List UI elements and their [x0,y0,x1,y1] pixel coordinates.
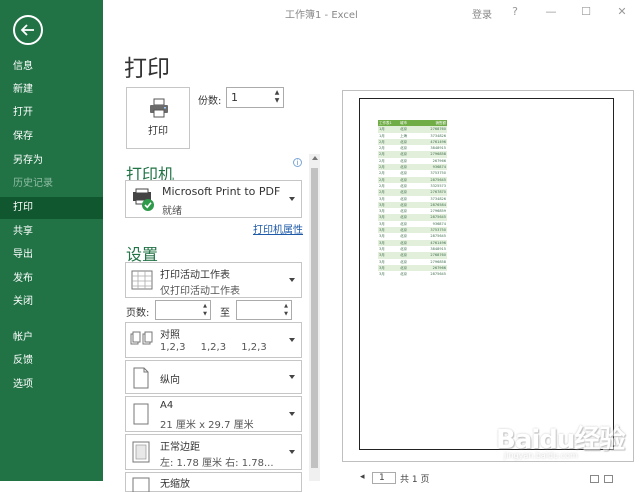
sidebar-item-open[interactable]: 打开 [0,102,103,124]
paper-size-dropdown[interactable]: A4 21 厘米 x 29.7 厘米 [125,396,302,432]
collate-dropdown[interactable]: 对照 1,2,3 1,2,3 1,2,3 [125,322,302,358]
scrollbar-thumb[interactable] [311,168,318,468]
print-scope-value: 打印活动工作表 [160,270,230,281]
watermark-url: jingyan.baidu.com [504,451,578,460]
title-bar: 工作簿1 - Excel 登录 ? — ☐ ✕ [103,0,640,26]
close-button[interactable]: ✕ [614,4,630,20]
sidebar-item-options[interactable]: 选项 [0,374,103,396]
printer-status: 就绪 [162,206,182,217]
scaling-dropdown[interactable]: 无缩放 [125,472,302,492]
sidebar-item-feedback[interactable]: 反馈 [0,350,103,372]
settings-scrollbar[interactable] [309,154,320,481]
orientation-value: 纵向 [160,375,180,386]
window-title: 工作簿1 - Excel [285,10,358,21]
help-button[interactable]: ? [507,4,523,20]
chevron-down-icon [289,338,295,342]
sidebar-item-share[interactable]: 共享 [0,221,103,243]
minimize-button[interactable]: — [543,4,559,20]
login-link[interactable]: 登录 [472,6,492,21]
copies-label: 份数: [198,96,222,107]
back-button[interactable] [13,15,43,45]
chevron-down-icon [289,197,295,201]
copies-stepper[interactable]: ▲ ▼ [272,89,282,106]
printer-icon [150,98,168,118]
collate-value: 对照 [160,330,180,341]
watermark: Baidu经验 jingyan.baidu.com [460,409,640,469]
sidebar-item-info[interactable]: 信息 [0,56,103,78]
sidebar-item-history: 历史记录 [13,178,53,189]
sidebar-item-account[interactable]: 帐户 [0,327,103,349]
back-arrow-icon [20,24,34,36]
printer-name: Microsoft Print to PDF [162,185,281,198]
sidebar-item-save[interactable]: 保存 [0,126,103,148]
margins-value: 正常边距 [160,442,200,453]
print-scope-description: 仅打印活动工作表 [160,286,240,297]
stepper-up-icon[interactable]: ▲ [272,89,282,97]
scroll-up-icon[interactable] [312,156,318,160]
maximize-button[interactable]: ☐ [578,4,594,20]
zoom-to-page-icon[interactable] [604,475,613,483]
chevron-down-icon [289,412,295,416]
sidebar-item-close[interactable]: 关闭 [0,291,103,313]
printer-status-icon [133,188,154,211]
scaling-value: 无缩放 [160,479,190,490]
scaling-icon [132,477,150,492]
sidebar-item-print[interactable]: 打印 [0,197,103,219]
collate-description: 1,2,3 1,2,3 1,2,3 [160,342,267,353]
worksheet-icon [131,270,153,290]
sidebar-item-new[interactable]: 新建 [0,79,103,101]
sidebar-item-save-as[interactable]: 另存为 [0,150,103,172]
copies-input[interactable]: 1 ▲ ▼ [226,87,284,108]
chevron-down-icon [289,450,295,454]
margins-dropdown[interactable]: 正常边距 左: 1.78 厘米 右: 1.78... [125,434,302,470]
page-number-value: 1 [379,473,385,483]
table-cell: 北京 [400,272,407,277]
copies-value: 1 [231,91,238,104]
print-button[interactable]: 打印 [126,87,190,149]
pages-from-stepper[interactable]: ▲ ▼ [201,302,209,318]
preview-table: 工作表1 城市 销售额 1月 北京 2768760 1月 上海 3734826 2月 北京 47614… [378,120,447,277]
sidebar-item-export[interactable]: 导出 [0,244,103,266]
page-number-input[interactable]: 1 [372,472,396,484]
stepper-down-icon[interactable]: ▼ [272,97,282,105]
printer-dropdown[interactable]: Microsoft Print to PDF 就绪 [125,180,302,218]
margins-icon [132,441,150,463]
preview-page-navigator: ◂ 1 共 1 页 [356,472,456,485]
table-cell: 2875645 [430,272,446,277]
collate-icon [130,331,153,345]
print-scope-dropdown[interactable]: 打印活动工作表 仅打印活动工作表 [125,262,302,298]
page-title: 打印 [124,56,170,82]
orientation-dropdown[interactable]: 纵向 [125,360,302,394]
page-range-row: 页数: ▲ ▼ 至 ▲ ▼ [125,300,302,320]
chevron-down-icon [289,375,295,379]
paper-icon [133,403,149,425]
pages-to-input[interactable]: ▲ ▼ [236,300,292,320]
page-count: 共 1 页 [400,475,430,485]
table-cell: 3月 [379,272,385,277]
print-button-label: 打印 [148,126,168,137]
portrait-icon [133,367,149,389]
pages-to-label: 至 [220,308,230,319]
table-row: 3月 北京 2875645 [378,271,447,277]
pages-from-input[interactable]: ▲ ▼ [155,300,211,320]
paper-size-value: A4 [160,400,174,411]
preview-view-controls [590,473,630,483]
sidebar-item-publish[interactable]: 发布 [0,268,103,290]
pages-label: 页数: [126,308,150,319]
printer-properties-link[interactable]: 打印机属性 [253,221,303,236]
show-margins-icon[interactable] [590,475,599,483]
info-icon[interactable]: i [293,158,302,167]
pages-to-stepper[interactable]: ▲ ▼ [282,302,290,318]
chevron-down-icon [289,278,295,282]
margins-description: 左: 1.78 厘米 右: 1.78... [160,458,274,469]
paper-size-description: 21 厘米 x 29.7 厘米 [160,420,254,431]
backstage-sidebar: 信息 新建 打开 保存 另存为 历史记录 打印 共享 导出 发布 关闭 帐户 反… [0,0,103,481]
